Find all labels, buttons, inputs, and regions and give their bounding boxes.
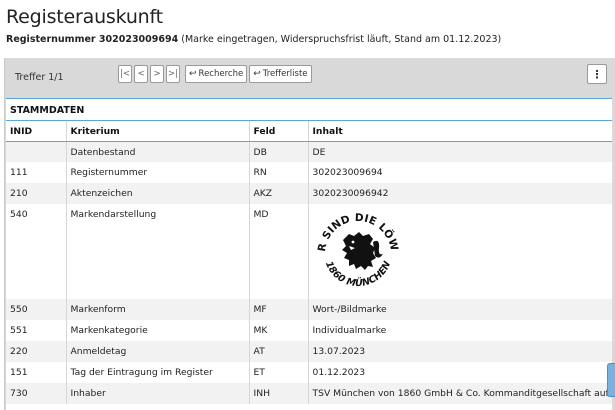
column-header-inid: INID bbox=[6, 121, 67, 142]
cell-inid: 540 bbox=[6, 204, 67, 299]
stammdaten-table: INID Kriterium Feld Inhalt Datenbestand … bbox=[6, 121, 612, 404]
cell-kriterium: Markenform bbox=[66, 299, 250, 320]
register-content: STAMMDATEN INID Kriterium Feld Inhalt Da… bbox=[6, 98, 612, 410]
trefferliste-label: Trefferliste bbox=[262, 69, 308, 79]
return-arrow-icon: ↩ bbox=[253, 69, 261, 79]
cell-kriterium: Aktenzeichen bbox=[66, 183, 250, 204]
cell-feld: AT bbox=[249, 341, 309, 362]
first-hit-button[interactable]: |< bbox=[118, 65, 132, 83]
cell-feld: RN bbox=[249, 162, 309, 183]
cell-kriterium: Anmeldetag bbox=[66, 341, 250, 362]
lion-icon bbox=[341, 232, 383, 270]
table-header-row: INID Kriterium Feld Inhalt bbox=[6, 121, 612, 142]
cell-inid: 730 bbox=[6, 383, 67, 404]
previous-hit-button[interactable]: < bbox=[134, 65, 148, 83]
cell-feld: AKZ bbox=[249, 183, 309, 204]
cell-feld: MK bbox=[249, 320, 309, 341]
more-menu-button[interactable]: ⋮ bbox=[587, 64, 607, 84]
cell-inid: 550 bbox=[6, 299, 67, 320]
cell-inhalt: Individualmarke bbox=[312, 325, 387, 336]
cell-inid: 111 bbox=[6, 162, 67, 183]
cell-inid: 220 bbox=[6, 341, 67, 362]
table-row: 550 Markenform MF Wort-/Bildmarke bbox=[6, 299, 612, 320]
cell-inhalt: 3020230096942 bbox=[308, 183, 612, 204]
cell-inid bbox=[6, 141, 67, 162]
last-hit-button[interactable]: >| bbox=[166, 65, 180, 83]
more-vertical-icon: ⋮ bbox=[591, 67, 603, 81]
hit-counter: Treffer 1/1 bbox=[15, 72, 64, 83]
cell-inhalt: DE bbox=[308, 141, 612, 162]
column-header-inhalt: Inhalt bbox=[308, 121, 612, 142]
cell-inid: 151 bbox=[6, 362, 67, 383]
cell-feld: MF bbox=[249, 299, 309, 320]
cell-kriterium: Markenkategorie bbox=[66, 320, 250, 341]
column-header-kriterium: Kriterium bbox=[66, 121, 250, 142]
cell-inhalt: 01.12.2023 bbox=[312, 367, 366, 378]
next-hit-button[interactable]: > bbox=[150, 65, 164, 83]
cell-kriterium: Tag der Eintragung im Register bbox=[66, 362, 250, 383]
cell-kriterium: Datenbestand bbox=[66, 141, 250, 162]
register-subtitle: Registernummer 302023009694 (Marke einge… bbox=[6, 34, 501, 45]
cell-feld: ET bbox=[249, 362, 309, 383]
table-row: 540 Markendarstellung MD WIR SIND DIE LÖ… bbox=[6, 197, 612, 299]
table-row: 730 Inhaber INH TSV München von 1860 Gmb… bbox=[6, 383, 612, 404]
register-number: Registernummer 302023009694 bbox=[6, 34, 179, 45]
cell-feld: INH bbox=[249, 383, 309, 404]
table-row: 210 Aktenzeichen AKZ 3020230096942 bbox=[6, 183, 612, 204]
nav-buttons: |< < > >| ↩ Recherche ↩ Trefferliste bbox=[118, 65, 312, 83]
cell-inhalt: Wort-/Bildmarke bbox=[308, 299, 612, 320]
cell-inid: 210 bbox=[6, 183, 67, 204]
table-row: 151 Tag der Eintragung im Register ET 01… bbox=[6, 362, 612, 383]
cell-feld: DB bbox=[249, 141, 309, 162]
cell-feld: MD bbox=[249, 204, 309, 299]
trefferliste-button[interactable]: ↩ Trefferliste bbox=[249, 65, 312, 83]
return-arrow-icon: ↩ bbox=[189, 69, 197, 79]
cell-inhalt: 302023009694 bbox=[312, 167, 383, 178]
cell-inid: 551 bbox=[6, 320, 67, 341]
table-row: 551 Markenkategorie MK Individualmarke bbox=[6, 320, 612, 341]
trademark-image-cell: WIR SIND DIE LÖWEN 1860 MÜNCHEN bbox=[307, 197, 612, 299]
result-nav-bar: Treffer 1/1 |< < > >| ↩ Recherche ↩ Treffe… bbox=[5, 58, 615, 96]
cell-kriterium: Registernummer bbox=[66, 162, 250, 183]
cell-inhalt: TSV München von 1860 GmbH & Co. Kommandi… bbox=[308, 383, 612, 404]
table-row: Datenbestand DB DE bbox=[6, 141, 612, 162]
result-panel: Treffer 1/1 |< < > >| ↩ Recherche ↩ Treffe… bbox=[4, 58, 615, 410]
page-title: Registerauskunft bbox=[6, 6, 163, 28]
cell-kriterium: Inhaber bbox=[66, 383, 250, 404]
section-title: STAMMDATEN bbox=[6, 99, 612, 121]
cell-inhalt: 13.07.2023 bbox=[308, 341, 612, 362]
recherche-button[interactable]: ↩ Recherche bbox=[185, 65, 248, 83]
cell-kriterium: Markendarstellung bbox=[66, 204, 250, 299]
trademark-logo: WIR SIND DIE LÖWEN 1860 MÜNCHEN bbox=[307, 197, 400, 289]
register-status: (Marke eingetragen, Widerspruchsfrist lä… bbox=[178, 34, 502, 45]
table-row: 220 Anmeldetag AT 13.07.2023 bbox=[6, 341, 612, 362]
column-header-feld: Feld bbox=[249, 121, 309, 142]
recherche-label: Recherche bbox=[198, 69, 244, 79]
side-scroll-tab[interactable] bbox=[607, 363, 615, 397]
table-row: 111 Registernummer RN 302023009694 bbox=[6, 162, 612, 183]
